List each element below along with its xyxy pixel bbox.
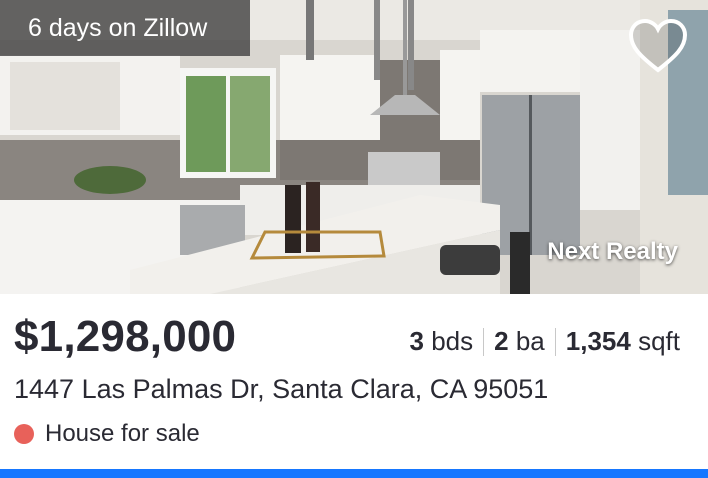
home-facts: 3 bds 2 ba 1,354 sqft [410, 326, 680, 357]
listing-address[interactable]: 1447 Las Palmas Dr, Santa Clara, CA 9505… [14, 374, 548, 405]
listing-info: $1,298,000 3 bds 2 ba 1,354 sqft 1447 La… [0, 294, 708, 478]
beds-count: 3 [409, 326, 424, 356]
card-accent-bar [0, 469, 708, 478]
baths-fact: 2 ba [494, 326, 545, 357]
days-on-market-badge: 6 days on Zillow [0, 0, 250, 56]
fact-divider [554, 327, 556, 356]
sqft-count: 1,354 [565, 326, 631, 356]
baths-unit: ba [515, 326, 545, 356]
sqft-unit: sqft [638, 326, 680, 356]
save-home-button[interactable] [626, 16, 690, 76]
heart-outline-icon [628, 18, 688, 73]
baths-count: 2 [494, 326, 509, 356]
fact-divider [483, 327, 485, 356]
listing-photo[interactable]: 6 days on Zillow Next Realty [0, 0, 708, 294]
listing-card[interactable]: 6 days on Zillow Next Realty $1,298,000 … [0, 0, 708, 478]
status-label: House for sale [45, 420, 200, 447]
beds-fact: 3 bds [410, 326, 474, 357]
sqft-fact: 1,354 sqft [566, 326, 680, 357]
beds-unit: bds [431, 326, 474, 356]
listing-status: House for sale [14, 420, 200, 448]
listing-price: $1,298,000 [14, 312, 237, 361]
brokerage-label: Next Realty [547, 238, 678, 265]
status-dot-icon [14, 424, 34, 444]
